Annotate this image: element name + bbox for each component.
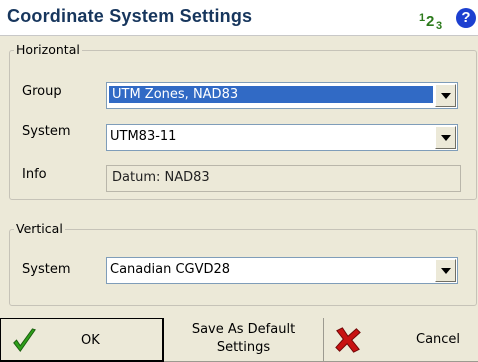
system-select[interactable]: UTM83-11 bbox=[106, 124, 458, 151]
system-label: System bbox=[22, 124, 71, 139]
group-select-value: UTM Zones, NAD83 bbox=[109, 86, 433, 103]
info-label: Info bbox=[22, 167, 47, 182]
cancel-button[interactable]: Cancel bbox=[324, 318, 478, 362]
input-mode-digit-2: 2 bbox=[426, 13, 434, 30]
group-label: Group bbox=[22, 84, 62, 99]
chevron-down-icon[interactable] bbox=[435, 84, 456, 107]
group-select[interactable]: UTM Zones, NAD83 bbox=[106, 82, 458, 109]
ok-button[interactable]: OK bbox=[0, 318, 164, 362]
save-default-line1: Save As Default bbox=[191, 322, 296, 337]
page-title: Coordinate System Settings bbox=[7, 6, 253, 26]
info-field: Datum: NAD83 bbox=[106, 165, 461, 192]
numeric-input-icon[interactable]: 1 2 3 bbox=[418, 8, 448, 30]
chevron-down-icon[interactable] bbox=[435, 126, 456, 149]
system-select-value: UTM83-11 bbox=[110, 129, 177, 144]
info-value: Datum: NAD83 bbox=[112, 170, 210, 185]
title-bar: Coordinate System Settings 1 2 3 ? bbox=[0, 0, 478, 36]
vertical-legend: Vertical bbox=[14, 221, 65, 236]
chevron-down-icon[interactable] bbox=[435, 259, 456, 282]
save-as-default-button[interactable]: Save As Default Settings bbox=[164, 318, 324, 362]
vertical-system-value: Canadian CGVD28 bbox=[110, 262, 231, 277]
vertical-system-select[interactable]: Canadian CGVD28 bbox=[106, 257, 458, 284]
help-icon[interactable]: ? bbox=[456, 8, 476, 28]
cancel-label: Cancel bbox=[416, 332, 461, 347]
input-mode-digit-3: 3 bbox=[436, 20, 442, 30]
checkmark-icon bbox=[13, 328, 36, 353]
vertical-system-label: System bbox=[22, 262, 71, 277]
ok-label: OK bbox=[81, 333, 100, 348]
input-mode-digit-1: 1 bbox=[419, 12, 425, 24]
horizontal-legend: Horizontal bbox=[14, 42, 82, 57]
save-default-line2: Settings bbox=[216, 340, 271, 355]
x-mark-icon bbox=[335, 327, 361, 353]
button-bar: OK Save As Default Settings Cancel bbox=[0, 318, 478, 362]
